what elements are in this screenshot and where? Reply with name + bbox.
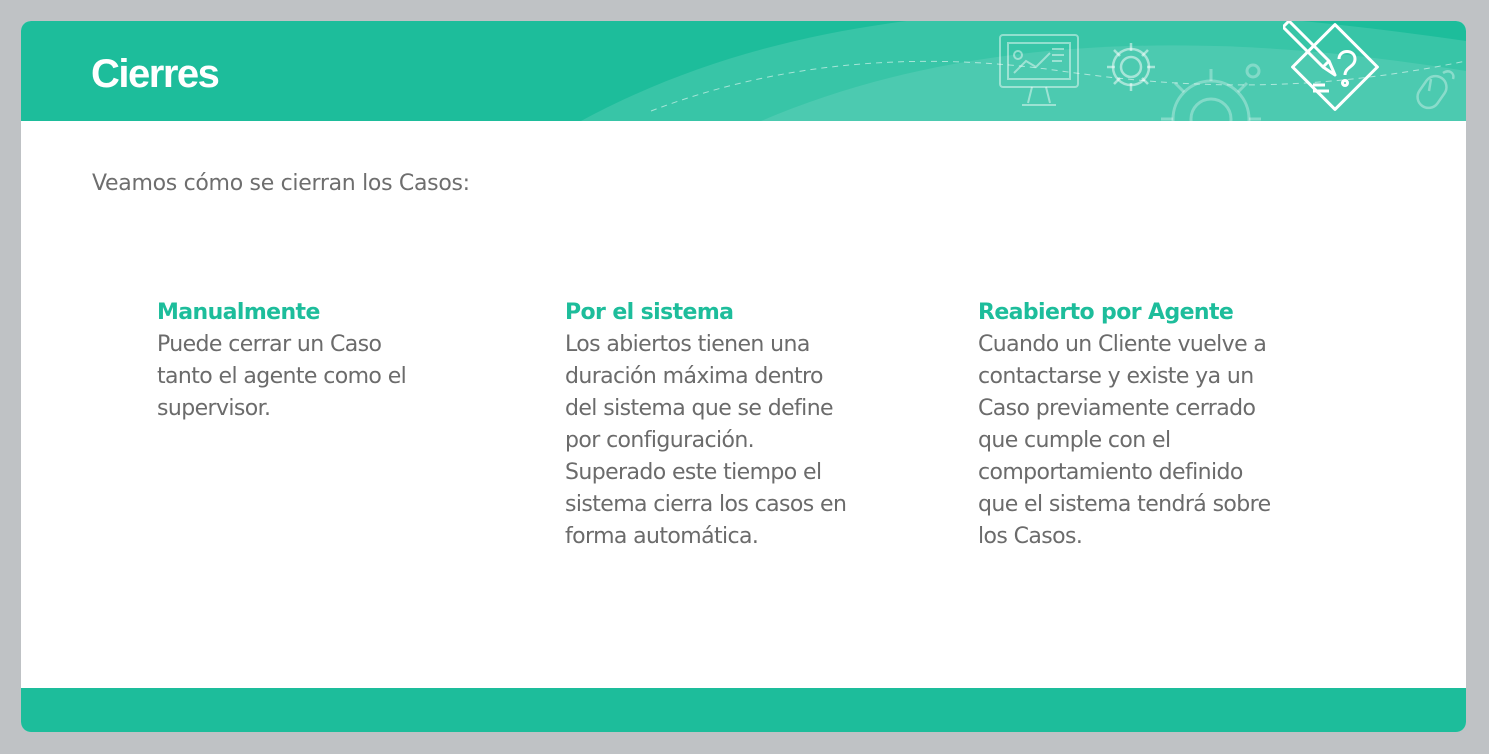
column-title: Reabierto por Agente — [978, 300, 1234, 325]
column-line: del sistema que se define — [565, 396, 834, 421]
column-line: Caso previamente cerrado — [978, 396, 1256, 421]
column-line: Superado este tiempo el — [565, 460, 822, 485]
mouse-icon — [1416, 70, 1455, 110]
pencil-question-icon — [1283, 21, 1379, 111]
column-body: Puede cerrar un Caso tanto el agente com… — [157, 329, 477, 425]
intro-text: Veamos cómo se cierran los Casos: — [92, 171, 470, 196]
column-line: que el sistema tendrá sobre — [978, 492, 1271, 517]
footer-bar — [21, 688, 1466, 732]
page-title: Cierres — [91, 52, 220, 96]
column-body: Cuando un Cliente vuelve a contactarse y… — [978, 329, 1298, 553]
header-banner: Cierres — [21, 21, 1466, 121]
large-gear-icon — [1161, 63, 1261, 121]
column-line: supervisor. — [157, 396, 271, 421]
column-line: Puede cerrar un Caso — [157, 332, 382, 357]
column-line: forma automática. — [565, 524, 759, 549]
column-line: que cumple con el — [978, 428, 1171, 453]
column-body: Los abiertos tienen una duración máxima … — [565, 329, 885, 553]
column-line: contactarse y existe ya un — [978, 364, 1254, 389]
column-line: Cuando un Cliente vuelve a — [978, 332, 1267, 357]
column-line: duración máxima dentro — [565, 364, 823, 389]
column-line: los Casos. — [978, 524, 1083, 549]
slide: Cierres Veamos cómo se cierran los Casos… — [21, 21, 1466, 732]
column-por-el-sistema: Por el sistema Los abiertos tienen una d… — [565, 297, 885, 553]
column-line: Los abiertos tienen una — [565, 332, 810, 357]
column-line: sistema cierra los casos en — [565, 492, 847, 517]
column-reabierto-por-agente: Reabierto por Agente Cuando un Cliente v… — [978, 297, 1298, 553]
column-title: Por el sistema — [565, 300, 734, 325]
column-title: Manualmente — [157, 300, 320, 325]
column-line: tanto el agente como el — [157, 364, 407, 389]
column-manualmente: Manualmente Puede cerrar un Caso tanto e… — [157, 297, 477, 425]
column-line: por configuración. — [565, 428, 755, 453]
presentation-screen-icon — [999, 34, 1079, 106]
column-line: comportamiento definido — [978, 460, 1243, 485]
